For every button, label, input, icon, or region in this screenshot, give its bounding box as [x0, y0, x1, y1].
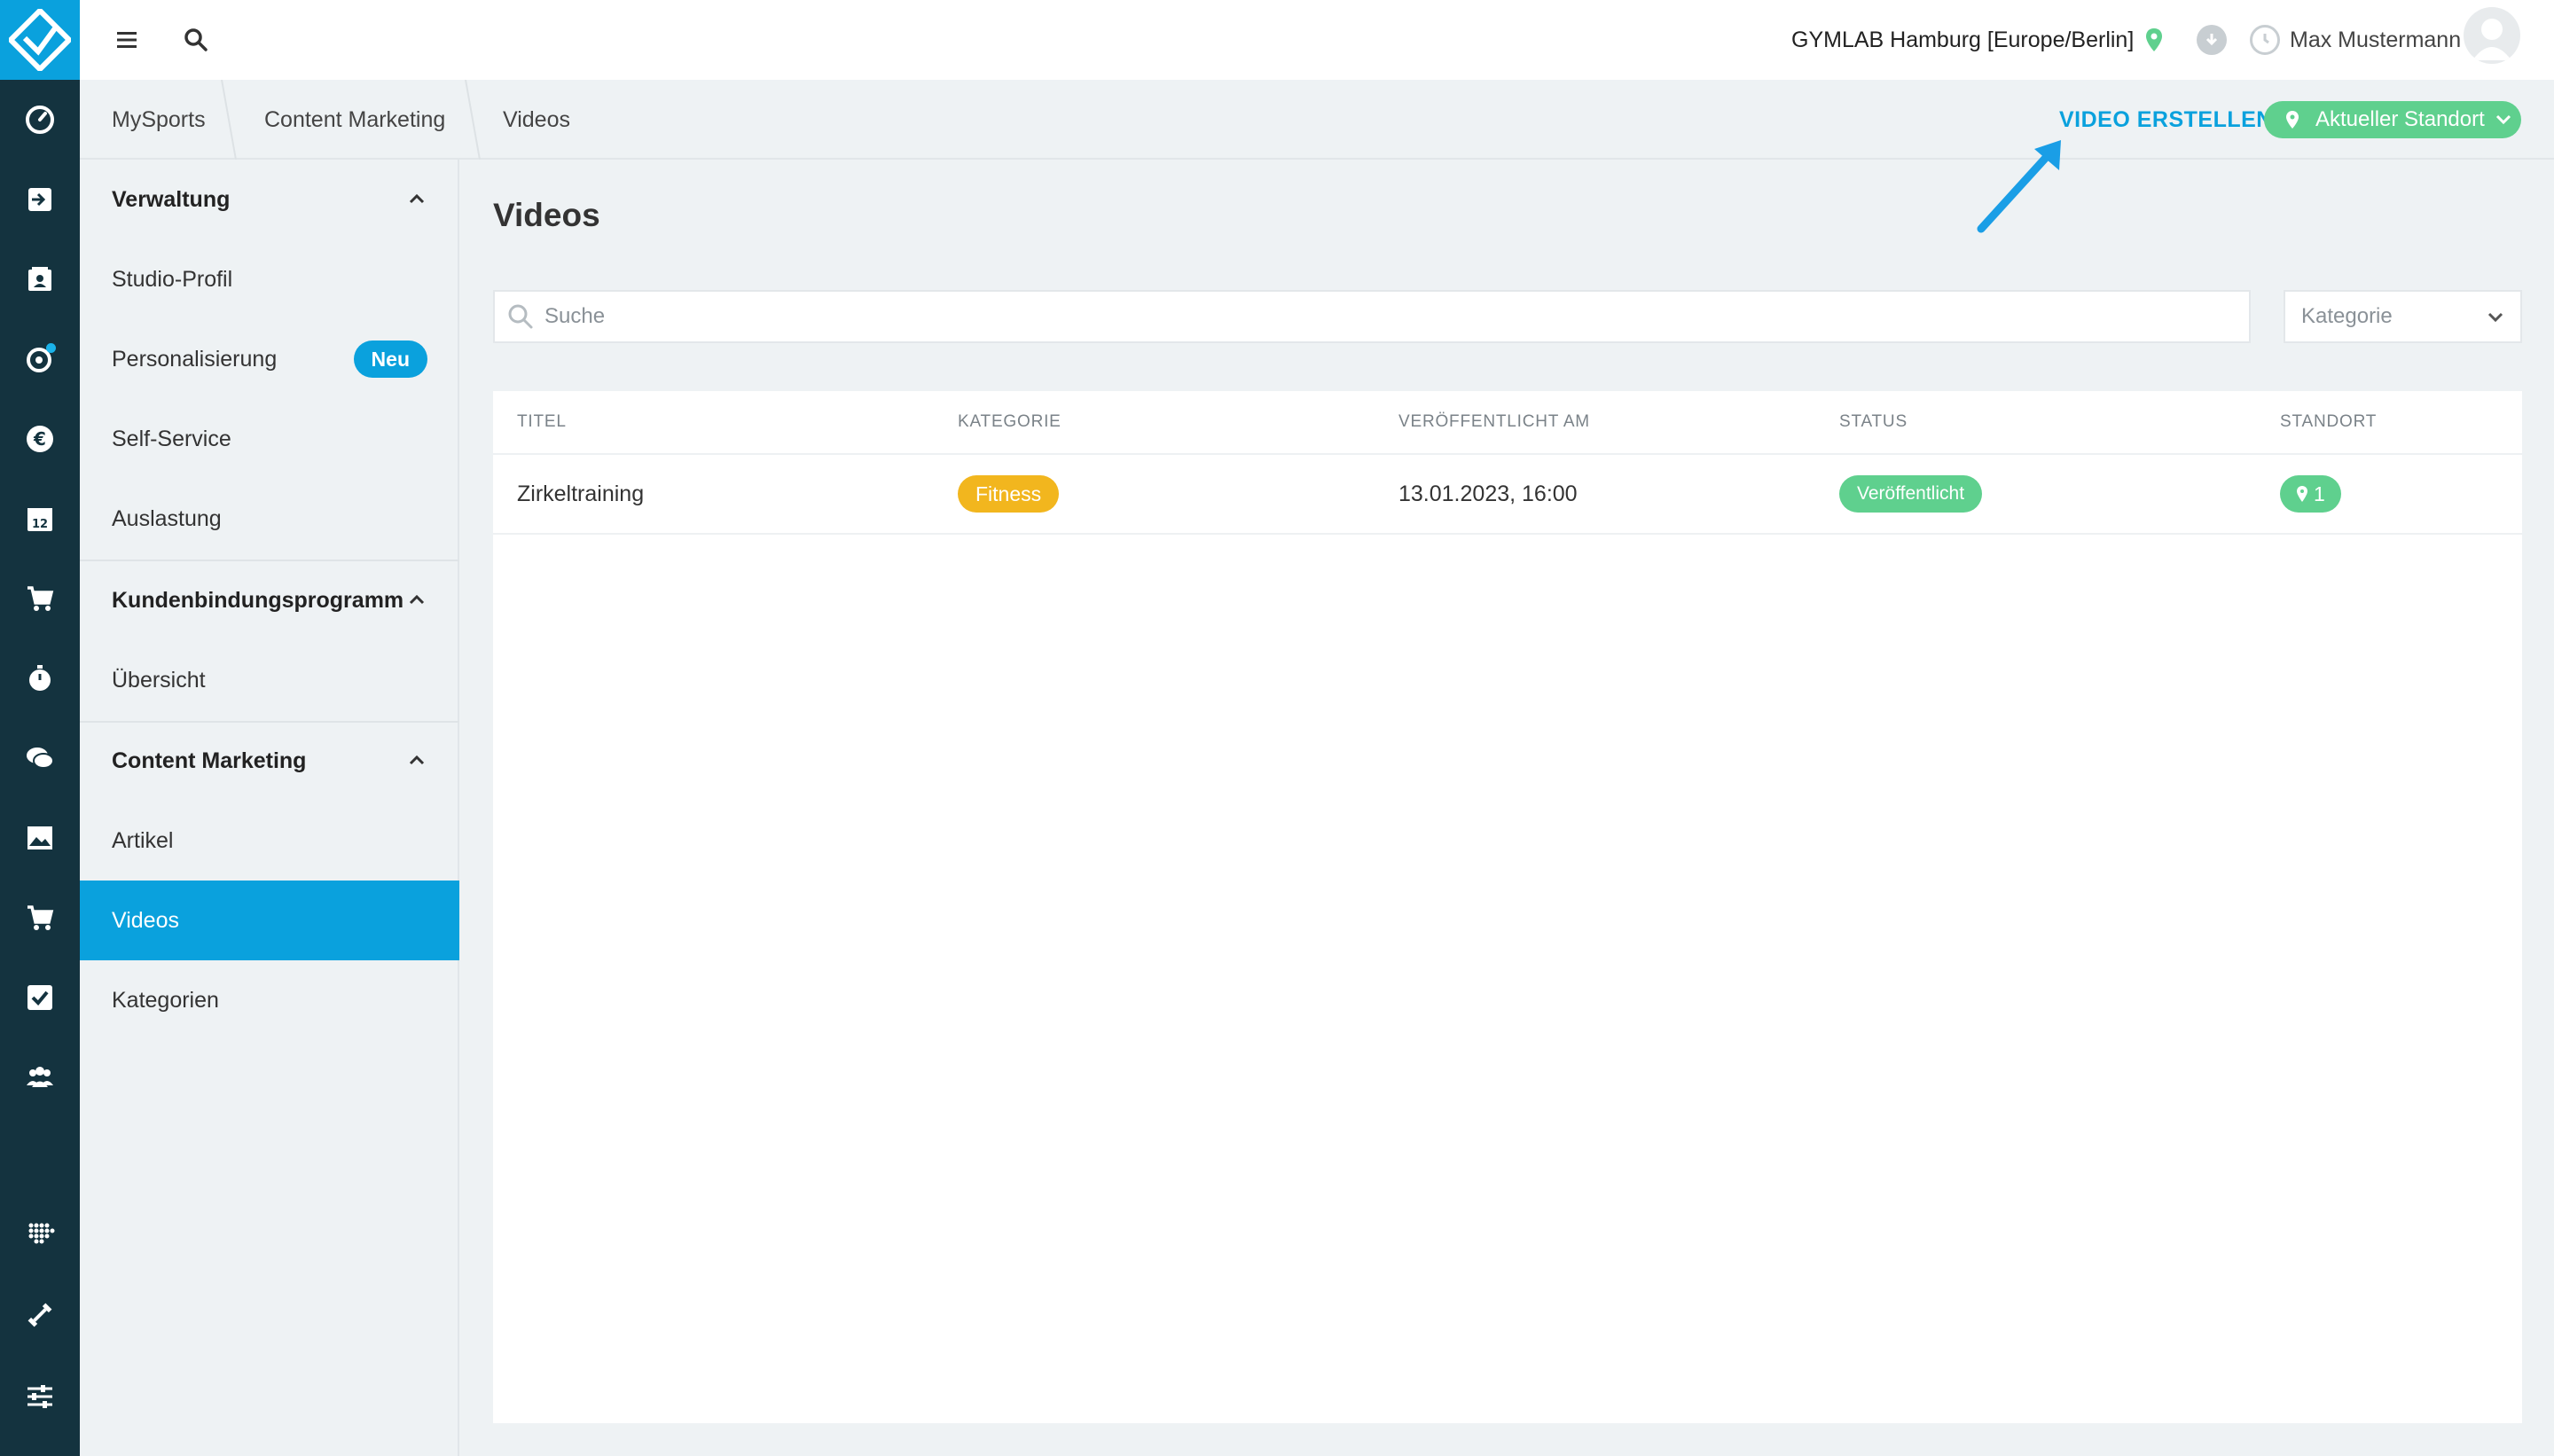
- category-select[interactable]: Kategorie: [2284, 290, 2522, 343]
- section-kundenbindungsprogramm[interactable]: Kundenbindungsprogramm: [80, 560, 459, 640]
- map-pin-icon: [2286, 111, 2299, 129]
- search-field[interactable]: [493, 290, 2251, 343]
- column-header-titel[interactable]: TITEL: [517, 391, 567, 453]
- current-location-label: Aktueller Standort: [2315, 107, 2485, 131]
- stopwatch-icon[interactable]: [24, 662, 56, 694]
- side-menu: Verwaltung Studio-Profil Personalisierun…: [80, 160, 459, 1456]
- search-icon: [508, 304, 533, 329]
- current-location-button[interactable]: Aktueller Standort: [2264, 101, 2521, 138]
- avatar[interactable]: [2464, 7, 2520, 64]
- map-pin-icon: [2146, 28, 2163, 51]
- sidebar-item-personalisierung[interactable]: Personalisierung Neu: [80, 319, 459, 399]
- breadcrumb-separator: [465, 80, 481, 160]
- notification-dot: [46, 343, 56, 353]
- column-header-published[interactable]: VERÖFFENTLICHT AM: [1398, 391, 1590, 453]
- download-icon[interactable]: [2197, 25, 2227, 55]
- column-header-standort[interactable]: STANDORT: [2280, 391, 2377, 453]
- contacts-icon[interactable]: [24, 263, 56, 295]
- column-header-status[interactable]: STATUS: [1839, 391, 1908, 453]
- create-video-button[interactable]: VIDEO ERSTELLEN: [2059, 80, 2273, 160]
- sidebar-item-label: Studio-Profil: [112, 267, 233, 292]
- divider: [493, 533, 2522, 535]
- section-title: Verwaltung: [112, 187, 231, 212]
- icon-rail: € 12: [0, 0, 80, 1456]
- videos-table: TITEL KATEGORIE VERÖFFENTLICHT AM STATUS…: [493, 391, 2522, 1423]
- user-icon: [2472, 19, 2511, 60]
- dashboard-icon[interactable]: [24, 104, 56, 136]
- sidebar-item-label: Übersicht: [112, 668, 206, 693]
- section-content-marketing[interactable]: Content Marketing: [80, 721, 459, 801]
- breadcrumb-videos: Videos: [503, 107, 570, 132]
- chevron-up-icon: [409, 594, 425, 605]
- new-badge: Neu: [353, 341, 427, 378]
- chevron-up-icon: [409, 193, 425, 204]
- sidebar-item-uebersicht[interactable]: Übersicht: [80, 640, 459, 720]
- euro-icon[interactable]: €: [24, 423, 56, 455]
- status-badge: Veröffentlicht: [1839, 475, 1983, 513]
- sidebar-item-label: Auslastung: [112, 506, 222, 531]
- search-icon[interactable]: [180, 24, 212, 56]
- sidebar-item-artikel[interactable]: Artikel: [80, 801, 459, 881]
- check-in-icon[interactable]: [24, 184, 56, 215]
- sidebar-item-auslastung[interactable]: Auslastung: [80, 479, 459, 559]
- location-count-badge[interactable]: 1: [2280, 475, 2341, 513]
- search-input[interactable]: [544, 304, 2229, 329]
- video-title[interactable]: Zirkeltraining: [517, 455, 644, 533]
- map-pin-icon: [2297, 486, 2307, 502]
- menu-icon[interactable]: [111, 24, 143, 56]
- chevron-up-icon: [409, 755, 425, 765]
- location-label: GYMLAB Hamburg [Europe/Berlin]: [1791, 27, 2135, 52]
- svg-text:12: 12: [32, 518, 48, 531]
- breadcrumb-mysports[interactable]: MySports: [112, 80, 206, 160]
- published-date: 13.01.2023, 16:00: [1398, 481, 1578, 506]
- sidebar-item-label: Artikel: [112, 828, 174, 853]
- dots-grid-icon[interactable]: [24, 1217, 56, 1249]
- top-bar: GYMLAB Hamburg [Europe/Berlin] Max Muste…: [80, 0, 2554, 80]
- sidebar-item-self-service[interactable]: Self-Service: [80, 399, 459, 479]
- breadcrumb-bar: MySports Content Marketing Videos VIDEO …: [80, 80, 2554, 160]
- sidebar-item-label: Kategorien: [112, 988, 219, 1013]
- shop-cart-icon[interactable]: [24, 583, 56, 614]
- campaign-icon[interactable]: [24, 343, 56, 375]
- dumbbell-icon[interactable]: [24, 1299, 56, 1331]
- app-logo[interactable]: [0, 0, 80, 80]
- section-verwaltung[interactable]: Verwaltung: [80, 160, 459, 239]
- cart-icon[interactable]: [24, 902, 56, 934]
- section-title: Content Marketing: [112, 748, 307, 773]
- username[interactable]: Max Mustermann: [2290, 25, 2461, 55]
- page-title: Videos: [493, 197, 600, 233]
- location-selector[interactable]: GYMLAB Hamburg [Europe/Berlin]: [1791, 24, 2164, 56]
- clock-icon[interactable]: [2250, 25, 2280, 55]
- sidebar-item-videos[interactable]: Videos: [80, 881, 459, 960]
- sidebar-item-label: Self-Service: [112, 427, 231, 451]
- column-header-kategorie[interactable]: KATEGORIE: [958, 391, 1062, 453]
- category-select-label: Kategorie: [2301, 304, 2393, 328]
- sliders-icon[interactable]: [24, 1381, 56, 1413]
- svg-text:€: €: [33, 428, 46, 450]
- section-title: Kundenbindungsprogramm: [112, 588, 404, 613]
- chevron-down-icon: [2487, 312, 2503, 323]
- chevron-down-icon: [2495, 114, 2511, 125]
- image-icon[interactable]: [24, 822, 56, 854]
- sidebar-item-kategorien[interactable]: Kategorien: [80, 960, 459, 1040]
- group-icon[interactable]: [24, 1061, 56, 1093]
- chat-icon[interactable]: [24, 742, 56, 774]
- sidebar-item-studio-profil[interactable]: Studio-Profil: [80, 239, 459, 319]
- breadcrumb-separator: [221, 80, 237, 160]
- calendar-icon[interactable]: 12: [24, 503, 56, 535]
- checkbox-icon[interactable]: [24, 982, 56, 1014]
- sidebar-item-label: Videos: [112, 908, 179, 933]
- location-count: 1: [2314, 482, 2325, 505]
- sidebar-item-label: Personalisierung: [112, 347, 278, 372]
- logo-icon: [9, 9, 71, 71]
- annotation-arrow: [1977, 140, 2061, 233]
- breadcrumb-content-marketing[interactable]: Content Marketing: [264, 80, 445, 160]
- category-badge: Fitness: [958, 475, 1060, 513]
